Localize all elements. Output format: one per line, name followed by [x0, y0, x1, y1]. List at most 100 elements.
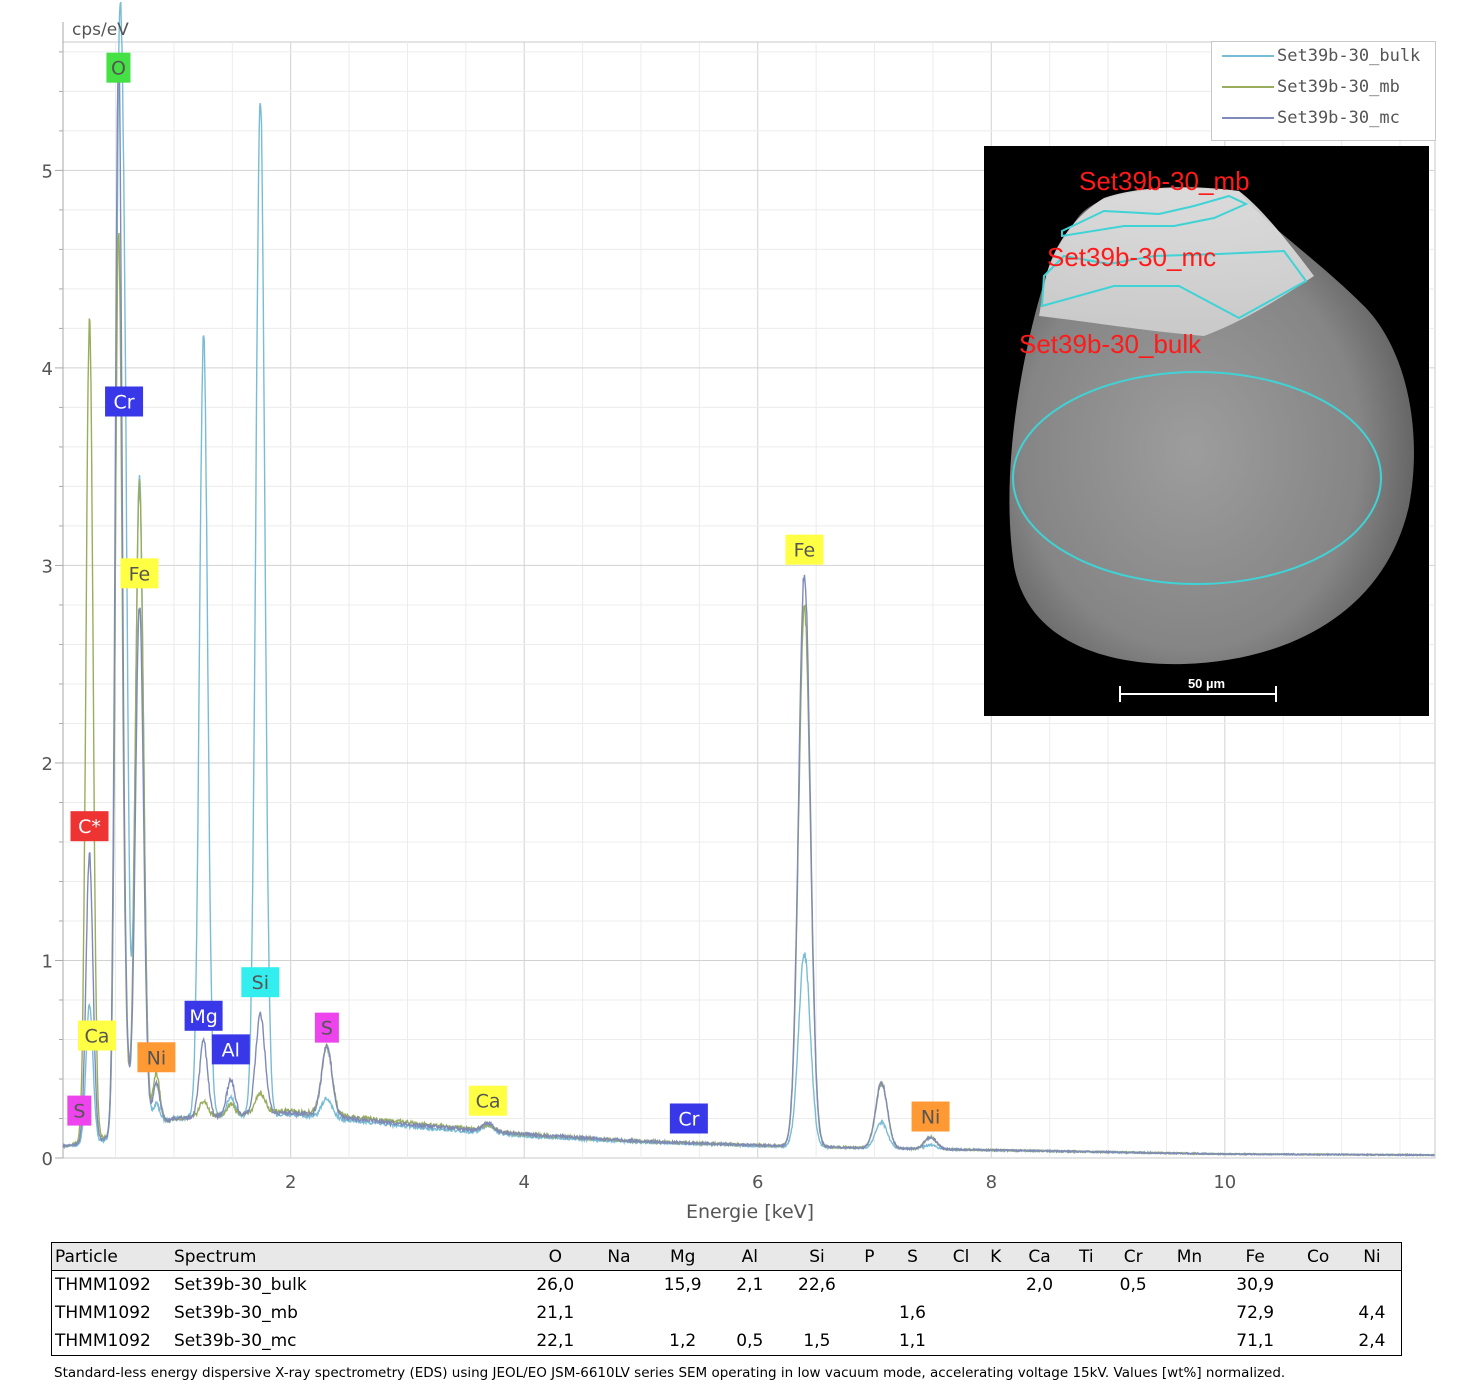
table-cell: Set39b-30_bulk: [174, 1275, 307, 1295]
legend-swatch: [1222, 55, 1274, 57]
table-cell: [1068, 1299, 1104, 1327]
table-cell: 71,1: [1216, 1327, 1294, 1356]
y-tick-label: 2: [42, 754, 53, 775]
table-cell: [1162, 1271, 1217, 1300]
table-header-cell: Mn: [1162, 1242, 1217, 1271]
table-header-cell: S: [883, 1242, 942, 1271]
element-label-O: O: [106, 52, 131, 83]
table-header-cell: Ca: [1010, 1242, 1069, 1271]
x-tick-label: 2: [285, 1172, 296, 1193]
table-cell: THMM1092: [55, 1275, 151, 1295]
y-tick-label: 0: [42, 1149, 53, 1170]
legend-item: Set39b-30_bulk: [1222, 42, 1420, 70]
table-cell: [1104, 1299, 1162, 1327]
table-cell: Set39b-30_mc: [171, 1327, 517, 1356]
table-header-cell: O: [517, 1242, 594, 1271]
table-cell: 21,1: [536, 1303, 575, 1323]
table-cell: 15,9: [663, 1275, 702, 1295]
element-label-text: Ni: [921, 1107, 941, 1129]
x-tick-label: 4: [518, 1172, 529, 1193]
element-label-text: Fe: [794, 540, 816, 562]
table-cell: THMM1092: [55, 1303, 151, 1323]
element-label-S: S: [314, 1012, 339, 1043]
table-row: THMM1092 Set39b-30_mc 22,1 1,2 0,5 1,5 1,1 71,1…: [51, 1327, 1402, 1356]
element-label-text: Si: [252, 972, 269, 994]
legend-label: Set39b-30_mb: [1277, 77, 1400, 97]
table-cell: [1293, 1271, 1342, 1300]
legend-item: Set39b-30_mc: [1222, 104, 1400, 132]
table-cell: 72,9: [1236, 1303, 1275, 1323]
table-header-row: Particle Spectrum O Na Mg Al Si P S Cl K Ca Ti Cr Mn Fe…: [51, 1242, 1402, 1271]
table-cell: 1,5: [778, 1327, 856, 1356]
composition-table: Particle Spectrum O Na Mg Al Si P S Cl K Ca Ti Cr Mn Fe…: [51, 1242, 1402, 1356]
table-cell: [941, 1271, 980, 1300]
table-cell: [1293, 1327, 1343, 1356]
table-cell: [981, 1271, 1011, 1300]
table-cell: [1293, 1299, 1342, 1327]
element-label-Ca: Ca: [469, 1085, 508, 1116]
table-cell: [1010, 1327, 1069, 1356]
table-cell: [779, 1299, 856, 1327]
table-cell: [1068, 1327, 1105, 1356]
legend-swatch: [1222, 86, 1274, 88]
element-label-text: Al: [222, 1039, 240, 1061]
sem-image-inset: Set39b-30_mb Set39b-30_mc Set39b-30_bulk…: [984, 146, 1429, 716]
x-axis-label: Energie [keV]: [686, 1201, 814, 1223]
table-header-cell: Ti: [1068, 1242, 1105, 1271]
table-cell: [884, 1271, 942, 1300]
table-cell: 2,0: [1026, 1275, 1054, 1295]
element-label-text: C*: [78, 816, 101, 838]
y-axis-label: cps/eV: [72, 20, 129, 40]
legend-item: Set39b-30_mb: [1222, 73, 1400, 101]
table-header-cell: Si: [778, 1242, 856, 1271]
table-cell: 26,0: [536, 1275, 575, 1295]
element-label-text: Ca: [476, 1091, 501, 1113]
table-cell: [941, 1299, 980, 1327]
element-label-Fe: Fe: [120, 558, 159, 589]
table-header-cell: Particle: [51, 1242, 171, 1271]
table-cell: 0,5: [720, 1327, 779, 1356]
x-tick-label: 6: [752, 1172, 763, 1193]
y-tick-label: 5: [42, 161, 53, 182]
table-cell: [855, 1271, 883, 1300]
element-label-text: Ni: [147, 1047, 167, 1069]
table-cell: [1343, 1271, 1402, 1300]
table-body: THMM1092 Set39b-30_bulk 26,0 15,9 2,1 22,6 2,0…: [51, 1271, 1402, 1356]
element-label-Al: Al: [211, 1034, 250, 1065]
x-tick-label: 10: [1213, 1172, 1236, 1193]
element-label-Cr: Cr: [105, 386, 144, 417]
table-cell: 2,1: [736, 1275, 764, 1295]
table-cell: [721, 1299, 779, 1327]
table-cell: THMM1092: [51, 1327, 171, 1356]
table-cell: 1,6: [898, 1303, 926, 1323]
y-tick-label: 3: [42, 556, 53, 577]
table-cell: Set39b-30_mb: [174, 1303, 298, 1323]
table-header-cell: K: [980, 1242, 1011, 1271]
element-label-C*: C*: [70, 811, 109, 842]
inset-label-bulk: Set39b-30_bulk: [1019, 329, 1202, 359]
table-cell: [941, 1327, 981, 1356]
table-cell: 4,4: [1358, 1303, 1386, 1323]
element-label-Ni: Ni: [137, 1042, 176, 1073]
table-header-cell: Al: [720, 1242, 779, 1271]
element-label-Ni: Ni: [911, 1101, 950, 1132]
table-header-cell: Cl: [941, 1242, 981, 1271]
table-cell: 2,4: [1342, 1327, 1402, 1356]
table-cell: [1162, 1327, 1217, 1356]
inset-label-mb: Set39b-30_mb: [1079, 166, 1250, 196]
table-cell: [981, 1299, 1011, 1327]
legend-label: Set39b-30_mc: [1277, 108, 1400, 128]
element-label-text: Cr: [114, 391, 135, 413]
table-cell: [1104, 1327, 1162, 1356]
element-label-Mg: Mg: [184, 1000, 223, 1031]
table-header-cell: Mg: [644, 1242, 721, 1271]
x-tick-label: 8: [986, 1172, 997, 1193]
particle-image: [1009, 187, 1414, 702]
element-label-text: Mg: [189, 1006, 217, 1028]
table-row: THMM1092 Set39b-30_bulk 26,0 15,9 2,1 22,6 2,0…: [52, 1271, 1402, 1300]
table-cell: [980, 1327, 1011, 1356]
element-label-Si: Si: [241, 967, 280, 998]
table-cell: [1068, 1271, 1104, 1300]
table-header-cell: P: [855, 1242, 884, 1271]
element-label-text: Cr: [678, 1108, 699, 1130]
